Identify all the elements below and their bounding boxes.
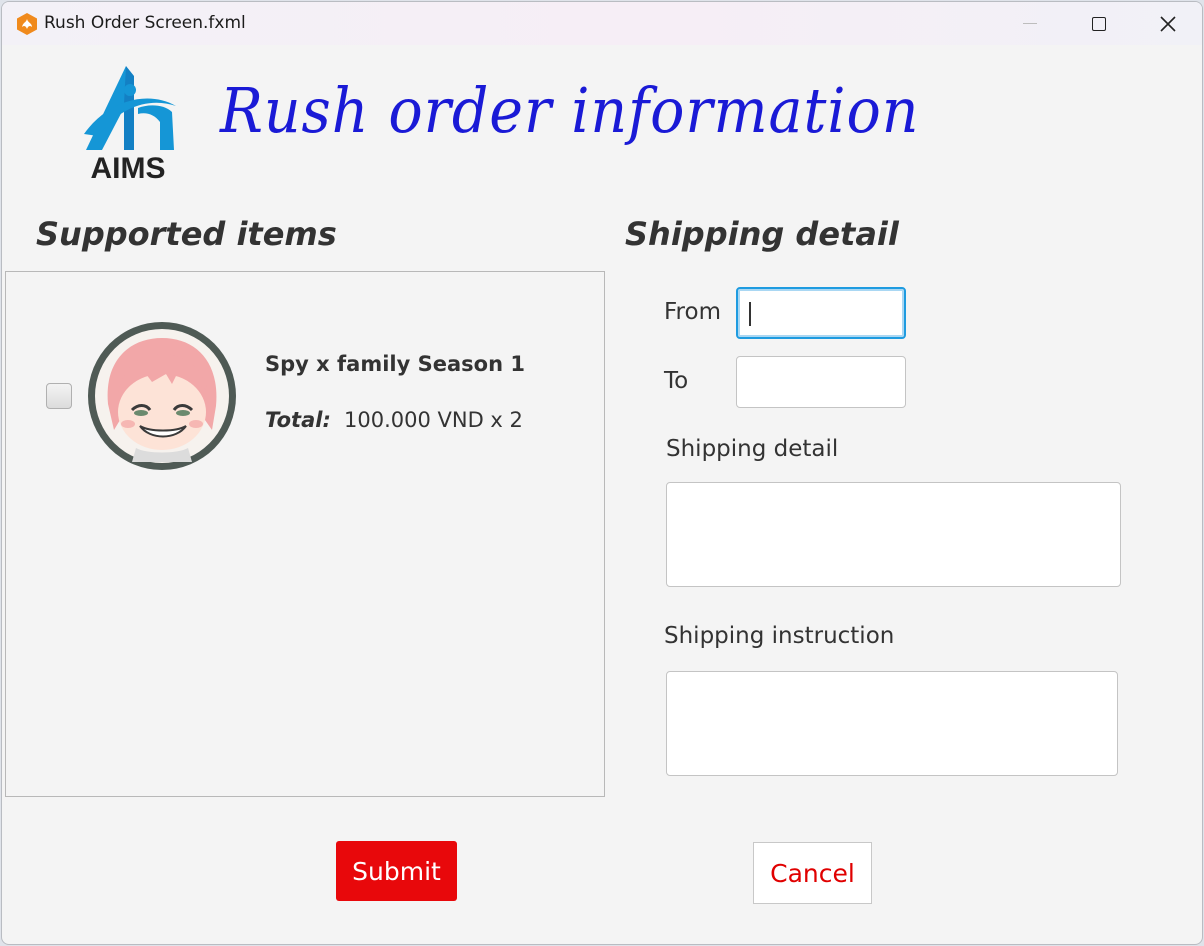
item-select-checkbox[interactable] [46, 383, 72, 409]
item-total-label: Total: [265, 408, 331, 432]
close-icon [1160, 15, 1176, 32]
logo-text: AIMS [91, 152, 166, 182]
supported-items-title: Supported items [36, 215, 337, 253]
cancel-button[interactable]: Cancel [753, 842, 872, 904]
shipping-detail-label: Shipping detail [666, 436, 839, 462]
app-flame-icon [17, 13, 37, 35]
product-thumbnail [88, 322, 236, 470]
item-total-value: 100.000 VND x 2 [344, 408, 523, 432]
text-caret [749, 302, 751, 326]
close-button[interactable] [1133, 2, 1202, 45]
minimize-icon [1023, 23, 1037, 24]
maximize-button[interactable] [1064, 2, 1134, 45]
item-name: Spy x family Season 1 [265, 352, 525, 376]
shipping-instruction-textarea[interactable] [666, 671, 1118, 776]
from-label: From [664, 299, 721, 325]
shipping-detail-title: Shipping detail [625, 215, 899, 253]
submit-button[interactable]: Submit [336, 841, 457, 901]
page-title: Rush order information [220, 74, 920, 147]
window-title: Rush Order Screen.fxml [44, 13, 246, 33]
shipping-instruction-label: Shipping instruction [664, 623, 895, 649]
maximize-icon [1092, 16, 1106, 31]
rush-order-window: Rush Order Screen.fxml AIMS Rush order i… [1, 1, 1203, 945]
shipping-detail-textarea[interactable] [666, 482, 1121, 587]
from-field[interactable] [736, 287, 906, 339]
to-label: To [664, 368, 689, 394]
minimize-button[interactable] [995, 2, 1065, 45]
title-bar: Rush Order Screen.fxml [2, 2, 1202, 45]
supported-items-list[interactable]: Spy x family Season 1 Total: 100.000 VND… [5, 271, 605, 797]
to-field[interactable] [736, 356, 906, 408]
aims-logo: AIMS [84, 66, 176, 182]
